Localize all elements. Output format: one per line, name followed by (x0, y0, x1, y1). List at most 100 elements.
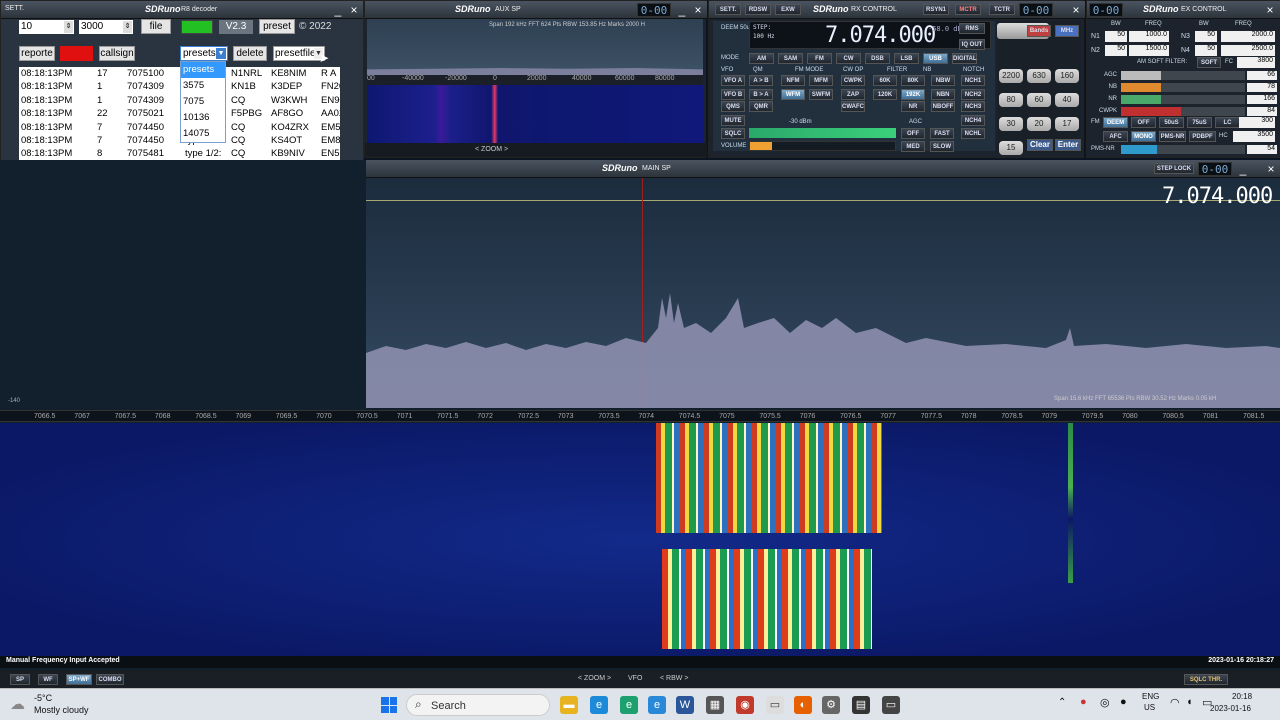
nch4-button[interactable]: NCH4 (961, 115, 985, 126)
vfo-controls[interactable]: VFO (628, 675, 642, 682)
row5-button[interactable]: NBOFF (931, 101, 955, 112)
chevron-up-icon[interactable]: ⌃ (1058, 697, 1066, 708)
combo-button[interactable]: COMBO (96, 674, 124, 685)
afc-button[interactable]: AFC (1103, 131, 1128, 142)
band-memory-button[interactable]: 30 (999, 117, 1023, 131)
band-memory-button[interactable]: 630 (1027, 69, 1051, 83)
band-memory-button[interactable]: 160 (1055, 69, 1079, 83)
pms-nr-button[interactable]: PMS-NR (1159, 131, 1186, 142)
agc-off-button[interactable]: OFF (901, 128, 925, 139)
exw-button[interactable]: EXW (775, 4, 801, 15)
row3-button[interactable]: CWPK (841, 75, 865, 86)
fc-input[interactable]: 3800 (1237, 57, 1275, 68)
store-icon[interactable]: ▦ (706, 696, 724, 714)
frequency-ruler[interactable]: 7066.5 7067 7067.5 7068 7068.5 7069 7069.5 7070… (0, 410, 1280, 422)
app-icon[interactable]: ◉ (736, 696, 754, 714)
settings-gear-icon[interactable]: ⚙ (822, 696, 840, 714)
agc-fast-button[interactable]: FAST (930, 128, 954, 139)
bands-button[interactable]: Bands (1027, 25, 1051, 37)
lc-input[interactable]: 300 (1239, 117, 1275, 128)
row3-button[interactable]: 60K (873, 75, 897, 86)
volume-icon[interactable]: ◖ (1186, 696, 1193, 708)
dropdown-option[interactable]: 14075 (181, 126, 225, 142)
sett-button[interactable]: SETT. (5, 5, 24, 12)
band-memory-button[interactable]: 2200 (999, 69, 1023, 83)
windows-start-icon[interactable] (381, 697, 397, 713)
fm-button[interactable]: DEEM (1103, 117, 1128, 128)
sqlc-thr-button[interactable]: SQLC THR. (1184, 674, 1228, 685)
clock-time[interactable]: 20:18 (1232, 692, 1252, 701)
agc-slow-button[interactable]: SLOW (930, 141, 954, 152)
dropdown-option[interactable]: 10136 (181, 110, 225, 126)
step-lock-button[interactable]: STEP LOCK (1154, 163, 1194, 174)
record-indicator[interactable] (60, 46, 93, 61)
edge-beta-icon[interactable]: e (648, 696, 666, 714)
mctr-button[interactable]: MCTR (955, 4, 981, 15)
search-box[interactable]: ⌕ Search (406, 694, 550, 716)
pdbpf-button[interactable]: PDBPF (1189, 131, 1216, 142)
app-icon[interactable]: ▭ (766, 696, 784, 714)
row4-button[interactable]: ZAP (841, 89, 865, 100)
agc-med-button[interactable]: MED (901, 141, 925, 152)
minimize-icon[interactable]: _ (675, 3, 689, 17)
mode-button-lsb[interactable]: LSB (894, 53, 919, 64)
mode-button-sam[interactable]: SAM (778, 53, 803, 64)
report-button[interactable]: reporte (19, 46, 55, 61)
rdsw-button[interactable]: RDSW (745, 4, 771, 15)
minimize-icon[interactable]: _ (331, 3, 345, 17)
fm-button[interactable]: OFF (1131, 117, 1156, 128)
app-icon[interactable]: ▤ (852, 696, 870, 714)
row4-button[interactable]: VFO B (721, 89, 745, 100)
tray-app-icon[interactable]: ◎ (1100, 696, 1110, 709)
fm-button[interactable]: LC (1215, 117, 1240, 128)
word-icon[interactable]: W (676, 696, 694, 714)
keypad-clear-button[interactable]: Clear (1027, 139, 1053, 151)
main-waterfall[interactable] (0, 423, 1280, 656)
row5-button[interactable]: CWAFC (841, 101, 865, 112)
mode-button-digital[interactable]: DIGITAL (952, 53, 977, 64)
sqlc-meter[interactable] (749, 128, 896, 138)
row4-button[interactable]: NCH2 (961, 89, 985, 100)
notch-freq-input[interactable]: 2500.0 (1221, 45, 1275, 56)
row5-button[interactable]: QMS (721, 101, 745, 112)
aux-spectrum[interactable]: Span 192 kHz FFT 624 Pts RBW 153.85 Hz M… (367, 19, 703, 75)
rsyn-button[interactable]: RSYN1 (923, 4, 949, 15)
rbw-controls[interactable]: < RBW > (660, 675, 688, 682)
mhz-button[interactable]: MHz (1055, 25, 1079, 37)
row4-button[interactable]: SWFM (809, 89, 833, 100)
zoom-controls[interactable]: < ZOOM > (578, 675, 611, 682)
mode-button-dsb[interactable]: DSB (865, 53, 890, 64)
iq-out-button[interactable]: IQ OUT (959, 39, 985, 50)
close-icon[interactable]: × (347, 3, 361, 17)
clock-date[interactable]: 2023-01-16 (1210, 704, 1251, 713)
spinner-icon[interactable]: ⇕ (64, 21, 73, 33)
presetfile-select[interactable]: presetfile ▼ (273, 46, 325, 61)
row4-button[interactable]: WFM (781, 89, 805, 100)
band-memory-button[interactable]: 80 (999, 93, 1023, 107)
weather-icon[interactable]: ☁ (10, 695, 30, 715)
edge-dev-icon[interactable]: e (620, 696, 638, 714)
pms-nr-slider[interactable] (1121, 145, 1245, 154)
close-icon[interactable]: × (1263, 3, 1277, 17)
ex-slider[interactable] (1121, 95, 1245, 104)
row4-button[interactable]: 192K (901, 89, 925, 100)
presets-dropdown[interactable]: presets 3575 7075 10136 14075 (180, 61, 226, 143)
dropdown-option[interactable]: presets (181, 62, 225, 78)
ex-slider[interactable] (1121, 83, 1245, 92)
aux-waterfall[interactable] (367, 85, 703, 143)
rms-button[interactable]: RMS (959, 23, 985, 34)
close-icon[interactable]: × (691, 3, 705, 17)
close-icon[interactable]: × (1264, 162, 1278, 176)
keypad-enter-button[interactable]: Enter (1055, 139, 1081, 151)
minimize-icon[interactable]: _ (1236, 162, 1250, 176)
callsign-button[interactable]: callsign (99, 46, 135, 61)
nchl-button[interactable]: NCHL (961, 128, 985, 139)
volume-slider[interactable] (749, 141, 896, 151)
band-memory-button[interactable]: 40 (1055, 93, 1079, 107)
row5-button[interactable]: NCH3 (961, 101, 985, 112)
mode-button-am[interactable]: AM (749, 53, 774, 64)
sp-button[interactable]: SP (10, 674, 30, 685)
sett-button[interactable]: SETT. (715, 4, 741, 15)
row4-button[interactable]: B > A (749, 89, 773, 100)
file-button[interactable]: file (141, 19, 171, 34)
